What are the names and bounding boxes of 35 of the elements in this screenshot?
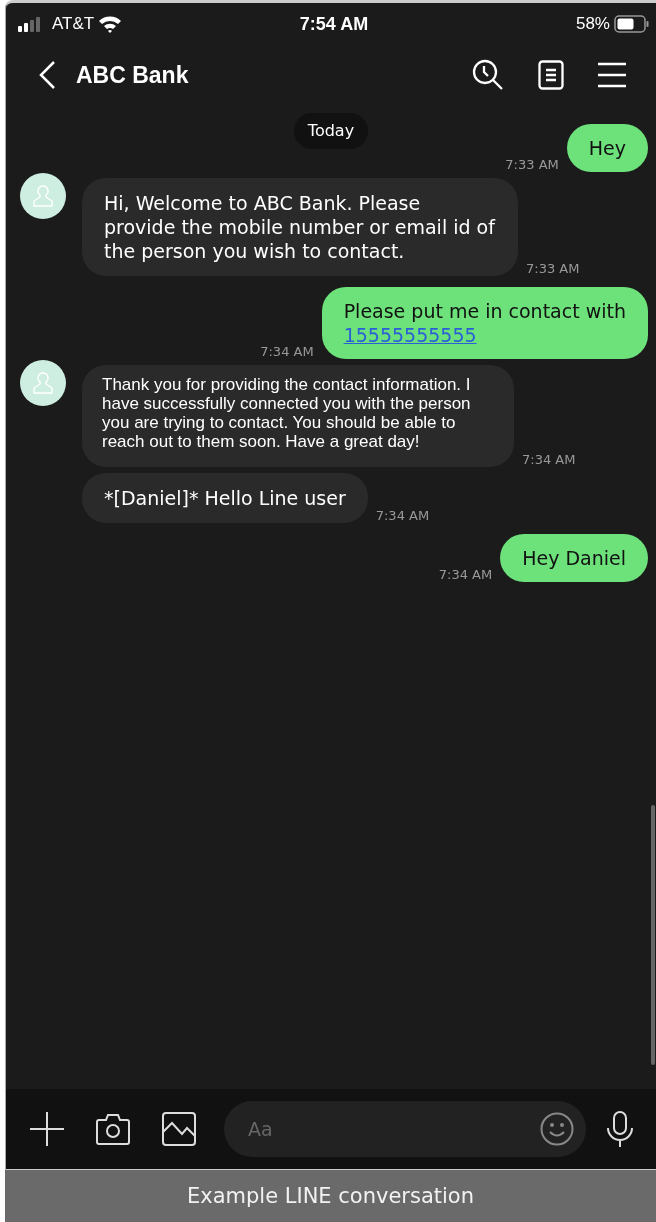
menu-icon[interactable] [598,62,626,88]
notes-icon[interactable] [538,60,564,90]
caption-bar: Example LINE conversation [5,1170,656,1222]
phone-link[interactable]: 15555555555 [343,324,477,346]
message-time: 7:34 AM [522,452,576,467]
camera-icon[interactable] [96,1113,130,1145]
plus-icon[interactable] [30,1112,64,1146]
received-message: Hi, Welcome to ABC Bank. Please provide the mobile number or email id of the person you wish to contact. [82,178,518,276]
person-icon [33,185,53,207]
battery-icon [614,15,650,33]
received-message: Thank you for providing the contact information. I have successfully connected you with the person you are trying to contact. You should be able to reach out to them soon. Have a great day! [82,365,514,467]
microphone-icon[interactable] [606,1111,634,1147]
avatar[interactable] [20,360,66,406]
carrier-label: AT&T [52,14,95,34]
avatar[interactable] [20,173,66,219]
clock: 7:54 AM [299,13,369,35]
back-icon[interactable] [38,60,56,90]
emoji-icon[interactable] [540,1112,574,1146]
message-time: 7:34 AM [375,508,430,523]
message-time: 7:34 AM [260,344,314,359]
search-icon[interactable] [472,59,504,91]
message-time: 7:33 AM [526,261,580,276]
date-divider: Today [293,113,369,149]
received-message: *[Daniel]* Hello Line user [82,473,368,523]
chat-title: ABC Bank [76,61,189,89]
person-icon [33,372,53,394]
battery-percent: 58% [575,14,610,34]
sent-message: Hey [566,124,648,172]
message-time: 7:34 AM [438,567,493,582]
message-field[interactable]: Aa [224,1101,586,1157]
image-icon[interactable] [162,1112,196,1146]
sent-message: Please put me in contact with 15555555555 [321,287,648,359]
wifi-icon [98,15,123,33]
sent-message: Hey Daniel [500,534,648,582]
message-time: 7:33 AM [505,157,559,172]
